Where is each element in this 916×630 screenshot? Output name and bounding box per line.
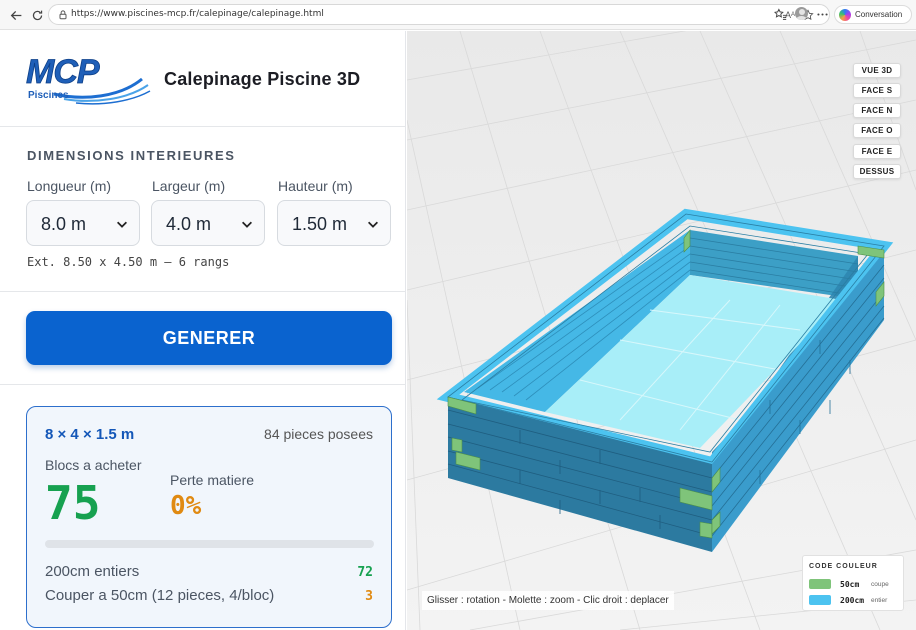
legend-label-cut: 50cm xyxy=(840,580,860,589)
legend-title: CODE COULEUR xyxy=(809,563,878,570)
arrow-left-icon xyxy=(10,10,21,20)
3d-viewport[interactable] xyxy=(407,31,916,630)
url-text[interactable]: https://www.piscines-mcp.fr/calepinage/c… xyxy=(71,9,324,19)
page-title: Calepinage Piscine 3D xyxy=(164,69,361,89)
width-value: 4.0 m xyxy=(166,214,212,234)
dimensions-section: DIMENSIONS INTERIEURES Longueur (m) 8.0 … xyxy=(0,128,406,292)
view-top-button[interactable]: DESSUS xyxy=(853,164,901,179)
cut-blocks-value: 3 xyxy=(365,589,373,604)
legend-desc-full: entier xyxy=(871,597,888,604)
full-blocks-label: 200cm entiers xyxy=(45,563,140,580)
height-select[interactable]: 1.50 m xyxy=(277,200,391,246)
controls-hint: Glisser : rotation - Molette : zoom - Cl… xyxy=(422,591,674,610)
view-face-n-button[interactable]: FACE N xyxy=(853,103,901,118)
chevron-down-icon xyxy=(368,221,378,228)
generate-button[interactable]: GENERER xyxy=(26,311,392,365)
width-label: Largeur (m) xyxy=(152,178,226,194)
loss-value: 0% xyxy=(170,491,202,521)
blocks-label: Blocs a acheter xyxy=(45,457,142,473)
chevron-down-icon xyxy=(117,221,127,228)
length-value: 8.0 m xyxy=(41,214,87,234)
generate-section: GENERER xyxy=(0,293,406,385)
legend-desc-cut: coupe xyxy=(871,581,889,588)
height-value: 1.50 m xyxy=(292,214,348,234)
cut-blocks-label: Couper a 50cm (12 pieces, 4/bloc) xyxy=(45,587,275,604)
pieces-count: 84 pieces posees xyxy=(264,426,373,442)
browser-toolbar: https://www.piscines-mcp.fr/calepinage/c… xyxy=(0,0,916,30)
blocks-value: 75 xyxy=(45,476,101,530)
loss-progress-bar xyxy=(45,540,374,548)
legend-swatch-cut xyxy=(809,579,831,589)
address-bar[interactable]: https://www.piscines-mcp.fr/calepinage/c… xyxy=(48,4,830,25)
exterior-dimensions-info: Ext. 8.50 x 4.50 m — 6 rangs xyxy=(27,255,230,269)
result-card: 8 × 4 × 1.5 m 84 pieces posees Blocs a a… xyxy=(26,406,392,628)
view-face-o-button[interactable]: FACE O xyxy=(853,123,901,138)
result-dimensions: 8 × 4 × 1.5 m xyxy=(45,426,135,443)
back-button[interactable] xyxy=(6,5,26,25)
refresh-button[interactable] xyxy=(27,5,47,25)
conversation-label: Conversation xyxy=(855,10,903,19)
length-select[interactable]: 8.0 m xyxy=(26,200,140,246)
favorites-icon[interactable] xyxy=(772,6,788,22)
profile-avatar-icon[interactable] xyxy=(795,7,808,20)
site-info-icon[interactable] xyxy=(57,9,69,21)
loss-label: Perte matiere xyxy=(170,472,255,488)
mcp-piscines-logo: MCP Piscines xyxy=(26,53,151,105)
logo-subtext: Piscines xyxy=(28,90,69,101)
chevron-down-icon xyxy=(242,221,252,228)
height-label: Hauteur (m) xyxy=(278,178,353,194)
more-menu-icon[interactable] xyxy=(814,6,830,22)
logo-text: MCP xyxy=(26,53,100,91)
app-header: MCP Piscines Calepinage Piscine 3D xyxy=(0,31,406,127)
width-select[interactable]: 4.0 m xyxy=(151,200,265,246)
color-legend: CODE COULEUR 50cm coupe 200cm entier xyxy=(802,555,904,611)
length-label: Longueur (m) xyxy=(27,178,112,194)
legend-swatch-full xyxy=(809,595,831,605)
legend-label-full: 200cm xyxy=(840,596,865,605)
copilot-logo-icon xyxy=(839,9,851,21)
full-blocks-value: 72 xyxy=(357,565,373,580)
view-face-e-button[interactable]: FACE E xyxy=(853,144,901,159)
control-panel: MCP Piscines Calepinage Piscine 3D DIMEN… xyxy=(0,31,406,630)
pool-3d-scene[interactable] xyxy=(407,31,916,630)
copilot-conversation-button[interactable]: Conversation xyxy=(834,5,912,24)
refresh-icon xyxy=(32,10,42,20)
dimensions-title: DIMENSIONS INTERIEURES xyxy=(27,148,236,163)
view-3d-button[interactable]: VUE 3D xyxy=(853,63,901,78)
view-face-s-button[interactable]: FACE S xyxy=(853,83,901,98)
